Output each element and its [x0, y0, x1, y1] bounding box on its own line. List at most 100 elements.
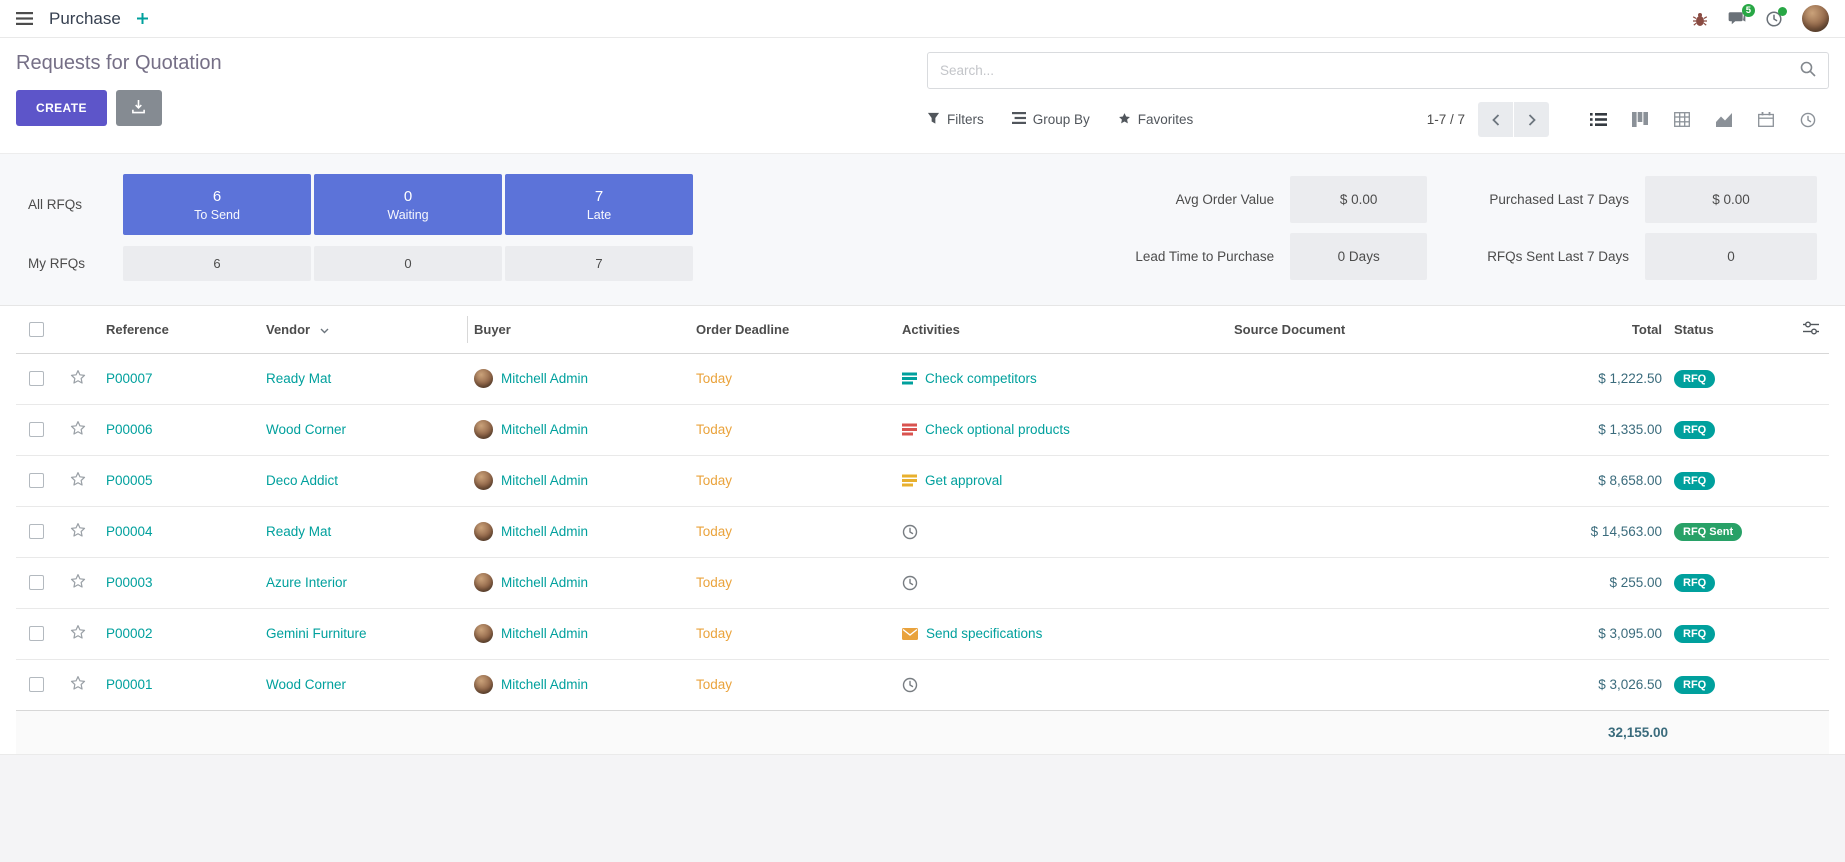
reference-link[interactable]: P00003	[106, 575, 153, 590]
purchase-dashboard: All RFQs 6 To Send 0 Waiting 7 Late My R…	[0, 153, 1845, 306]
tile-late[interactable]: 7 Late	[505, 174, 693, 235]
favorite-star-icon[interactable]	[69, 419, 87, 437]
header-reference[interactable]: Reference	[100, 306, 260, 353]
tile-to-send[interactable]: 6 To Send	[123, 174, 311, 235]
row-checkbox[interactable]	[29, 473, 44, 488]
vendor-link[interactable]: Ready Mat	[266, 524, 331, 539]
app-name[interactable]: Purchase	[49, 9, 121, 29]
buyer-link[interactable]: Mitchell Admin	[501, 575, 588, 590]
pivot-view-icon[interactable]	[1661, 102, 1703, 137]
lead-time-label: Lead Time to Purchase	[1135, 249, 1274, 264]
group-by-button[interactable]: Group By	[1012, 112, 1090, 128]
reference-link[interactable]: P00006	[106, 422, 153, 437]
reference-link[interactable]: P00001	[106, 677, 153, 692]
header-total[interactable]: Total	[1488, 306, 1668, 353]
debug-bug-icon[interactable]	[1692, 11, 1708, 27]
activity-envelope-icon[interactable]	[902, 628, 918, 640]
messages-icon[interactable]: 5	[1728, 11, 1746, 26]
favorite-star-icon[interactable]	[69, 368, 87, 386]
favorite-star-icon[interactable]	[69, 623, 87, 641]
table-row[interactable]: P00006 Wood Corner Mitchell Admin Today …	[16, 404, 1829, 455]
reference-link[interactable]: P00005	[106, 473, 153, 488]
buyer-link[interactable]: Mitchell Admin	[501, 422, 588, 437]
my-to-send-tile[interactable]: 6	[123, 246, 311, 281]
favorite-star-icon[interactable]	[69, 470, 87, 488]
favorite-star-icon[interactable]	[69, 521, 87, 539]
kanban-view-icon[interactable]	[1619, 102, 1661, 137]
table-row[interactable]: P00002 Gemini Furniture Mitchell Admin T…	[16, 608, 1829, 659]
favorite-star-icon[interactable]	[69, 572, 87, 590]
order-deadline: Today	[696, 473, 732, 488]
vendor-link[interactable]: Gemini Furniture	[266, 626, 367, 641]
buyer-link[interactable]: Mitchell Admin	[501, 371, 588, 386]
activity-list-icon[interactable]	[902, 473, 917, 488]
my-late-tile[interactable]: 7	[505, 246, 693, 281]
vendor-link[interactable]: Azure Interior	[266, 575, 347, 590]
favorite-star-icon[interactable]	[69, 674, 87, 692]
reference-link[interactable]: P00002	[106, 626, 153, 641]
header-order-deadline[interactable]: Order Deadline	[690, 306, 896, 353]
header-buyer[interactable]: Buyer	[468, 306, 690, 353]
export-button[interactable]	[116, 90, 162, 126]
row-checkbox[interactable]	[29, 677, 44, 692]
activity-list-icon[interactable]	[902, 422, 917, 437]
activity-label[interactable]: Get approval	[925, 473, 1002, 488]
optional-columns-button[interactable]	[1793, 306, 1829, 353]
vendor-link[interactable]: Wood Corner	[266, 677, 346, 692]
table-row[interactable]: P00004 Ready Mat Mitchell Admin Today $ …	[16, 506, 1829, 557]
user-avatar[interactable]	[1802, 5, 1829, 32]
my-waiting-tile[interactable]: 0	[314, 246, 502, 281]
activity-label[interactable]: Check competitors	[925, 371, 1037, 386]
list-view-icon[interactable]	[1577, 102, 1619, 137]
reference-link[interactable]: P00004	[106, 524, 153, 539]
header-status[interactable]: Status	[1668, 306, 1793, 353]
total-amount: $ 14,563.00	[1488, 506, 1668, 557]
buyer-avatar	[474, 420, 493, 439]
header-activities[interactable]: Activities	[896, 306, 1228, 353]
favorites-button[interactable]: Favorites	[1118, 112, 1194, 128]
buyer-link[interactable]: Mitchell Admin	[501, 677, 588, 692]
buyer-link[interactable]: Mitchell Admin	[501, 473, 588, 488]
activity-label[interactable]: Check optional products	[925, 422, 1070, 437]
vendor-link[interactable]: Ready Mat	[266, 371, 331, 386]
total-amount: $ 255.00	[1488, 557, 1668, 608]
calendar-view-icon[interactable]	[1745, 102, 1787, 137]
activity-clock-icon[interactable]	[902, 575, 918, 591]
row-checkbox[interactable]	[29, 371, 44, 386]
kpi-grid: Avg Order Value $ 0.00 Purchased Last 7 …	[1135, 176, 1817, 280]
vendor-link[interactable]: Deco Addict	[266, 473, 338, 488]
create-button[interactable]: CREATE	[16, 90, 107, 126]
header-source-document[interactable]: Source Document	[1228, 306, 1488, 353]
header-vendor[interactable]: Vendor	[260, 306, 468, 353]
search-bar[interactable]	[927, 52, 1829, 89]
table-row[interactable]: P00003 Azure Interior Mitchell Admin Tod…	[16, 557, 1829, 608]
apps-menu-icon[interactable]	[16, 12, 33, 25]
table-row[interactable]: P00001 Wood Corner Mitchell Admin Today …	[16, 659, 1829, 710]
reference-link[interactable]: P00007	[106, 371, 153, 386]
search-input[interactable]	[940, 63, 1792, 78]
graph-view-icon[interactable]	[1703, 102, 1745, 137]
pager-previous-button[interactable]	[1478, 102, 1513, 137]
filters-button[interactable]: Filters	[927, 112, 984, 128]
activity-clock-icon[interactable]	[902, 524, 918, 540]
pager-next-button[interactable]	[1514, 102, 1549, 137]
vendor-link[interactable]: Wood Corner	[266, 422, 346, 437]
activity-label[interactable]: Send specifications	[926, 626, 1042, 641]
row-checkbox[interactable]	[29, 626, 44, 641]
row-checkbox[interactable]	[29, 422, 44, 437]
row-checkbox[interactable]	[29, 524, 44, 539]
table-row[interactable]: P00007 Ready Mat Mitchell Admin Today Ch…	[16, 353, 1829, 404]
tile-waiting[interactable]: 0 Waiting	[314, 174, 502, 235]
plus-icon[interactable]	[137, 13, 148, 24]
search-icon[interactable]	[1800, 61, 1816, 80]
activity-view-icon[interactable]	[1787, 102, 1829, 137]
activities-clock-icon[interactable]	[1766, 11, 1782, 27]
activity-clock-icon[interactable]	[902, 677, 918, 693]
row-checkbox[interactable]	[29, 575, 44, 590]
buyer-link[interactable]: Mitchell Admin	[501, 524, 588, 539]
status-badge: RFQ	[1674, 370, 1715, 388]
buyer-link[interactable]: Mitchell Admin	[501, 626, 588, 641]
activity-list-icon[interactable]	[902, 371, 917, 386]
table-row[interactable]: P00005 Deco Addict Mitchell Admin Today …	[16, 455, 1829, 506]
select-all-checkbox[interactable]	[29, 322, 44, 337]
